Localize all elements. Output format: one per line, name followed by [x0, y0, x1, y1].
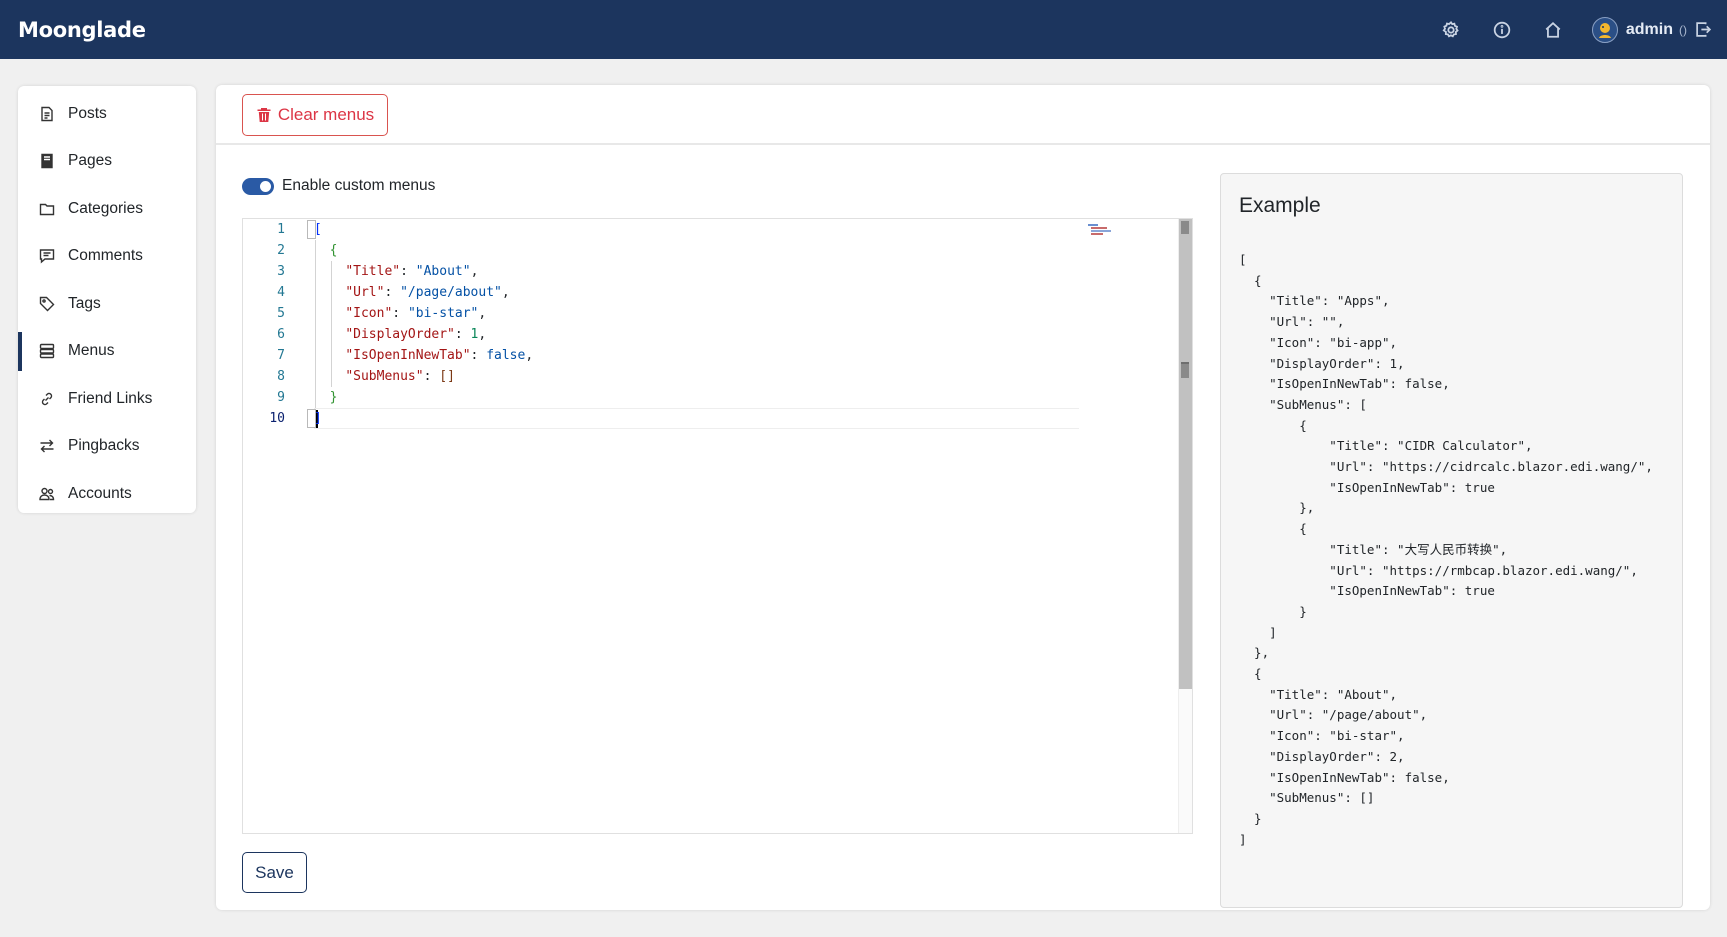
json-code-editor[interactable]: 1 [ 2 { 3 "Title": "About", 4 "Url": "/pa… [242, 218, 1193, 834]
card-header: Clear menus [216, 85, 1710, 145]
sidebar-item-menus[interactable]: Menus [18, 328, 196, 376]
link-icon [38, 390, 56, 408]
clear-menus-label: Clear menus [277, 105, 375, 124]
editor-scrollbar[interactable] [1178, 219, 1192, 833]
sidebar-item-label: Accounts [68, 484, 132, 502]
line-number: 5 [277, 306, 285, 321]
menus-card: Clear menus Enable custom menus 1 [ 2 { 3… [216, 85, 1710, 910]
file-text-icon [38, 105, 56, 123]
info-icon[interactable] [1491, 19, 1513, 41]
folder-icon [38, 200, 56, 218]
line-number: 8 [277, 369, 285, 384]
trash-icon [257, 108, 271, 122]
file-icon [38, 152, 56, 170]
line-number: 7 [277, 348, 285, 363]
arrows-icon [38, 437, 56, 455]
sidebar-item-pages[interactable]: Pages [18, 138, 196, 186]
minimap[interactable] [1086, 222, 1116, 238]
line-number: 1 [277, 222, 285, 237]
sidebar-item-friend-links[interactable]: Friend Links [18, 375, 196, 423]
line-number: 4 [277, 285, 285, 300]
overview-ruler-mark [1181, 221, 1189, 234]
code-line: "IsOpenInNewTab": false, [345, 348, 534, 363]
sidebar-item-accounts[interactable]: Accounts [18, 470, 196, 518]
brand-logo[interactable]: Moonglade [18, 18, 146, 42]
sidebar-item-label: Tags [68, 294, 101, 312]
tag-icon [38, 295, 56, 313]
home-icon[interactable] [1542, 19, 1564, 41]
code-line: { [314, 243, 338, 258]
enable-custom-menus-label: Enable custom menus [282, 177, 436, 194]
enable-custom-menus-toggle[interactable] [242, 177, 274, 195]
sidebar-item-label: Friend Links [68, 389, 153, 407]
sidebar-item-categories[interactable]: Categories [18, 185, 196, 233]
scrollbar-thumb[interactable] [1179, 219, 1192, 689]
top-right-toolbar: admin () [1411, 0, 1713, 59]
overview-ruler-mark [1181, 362, 1189, 378]
sidebar-item-label: Pages [68, 152, 112, 170]
code-line: [ [314, 222, 322, 237]
line-number: 2 [277, 243, 285, 258]
gear-icon[interactable] [1440, 19, 1462, 41]
code-line: ] [314, 411, 322, 426]
sidebar-item-label: Menus [68, 342, 115, 360]
code-line: "Icon": "bi-star", [345, 306, 487, 321]
save-button[interactable]: Save [242, 852, 307, 893]
user-extra: () [1679, 22, 1687, 37]
line-number: 6 [277, 327, 285, 342]
user-name[interactable]: admin [1626, 21, 1673, 39]
sidebar-item-label: Categories [68, 199, 143, 217]
avatar[interactable] [1591, 16, 1618, 43]
sidebar-item-pingbacks[interactable]: Pingbacks [18, 423, 196, 471]
sidebar-item-label: Posts [68, 104, 107, 122]
people-icon [38, 485, 56, 503]
chat-icon [38, 247, 56, 265]
example-title: Example [1239, 194, 1321, 217]
sidebar-item-label: Comments [68, 247, 143, 265]
sidebar-item-comments[interactable]: Comments [18, 233, 196, 281]
code-line: } [314, 390, 338, 405]
line-number: 9 [277, 390, 285, 405]
clear-menus-button[interactable]: Clear menus [242, 94, 388, 136]
sidebar-item-tags[interactable]: Tags [18, 280, 196, 328]
top-navbar: Moonglade admin () [0, 0, 1727, 59]
sidebar-item-label: Pingbacks [68, 437, 140, 455]
code-line: "SubMenus": [] [345, 369, 455, 384]
line-number: 10 [269, 411, 285, 426]
sidebar: Posts Pages Categories Comments Tags Men… [18, 86, 196, 513]
code-line: "DisplayOrder": 1, [345, 327, 487, 342]
code-line: "Url": "/page/about", [345, 285, 510, 300]
line-number: 3 [277, 264, 285, 279]
code-line: "Title": "About", [345, 264, 479, 279]
menu-icon [38, 342, 56, 360]
example-panel: Example [ { "Title": "Apps", "Url": "", … [1220, 173, 1683, 908]
current-line-highlight [314, 408, 1079, 429]
logout-icon[interactable] [1693, 20, 1713, 40]
sidebar-item-posts[interactable]: Posts [18, 90, 196, 138]
custom-menus-toggle-row: Enable custom menus [242, 177, 435, 195]
example-code: [ { "Title": "Apps", "Url": "", "Icon": … [1239, 252, 1653, 847]
